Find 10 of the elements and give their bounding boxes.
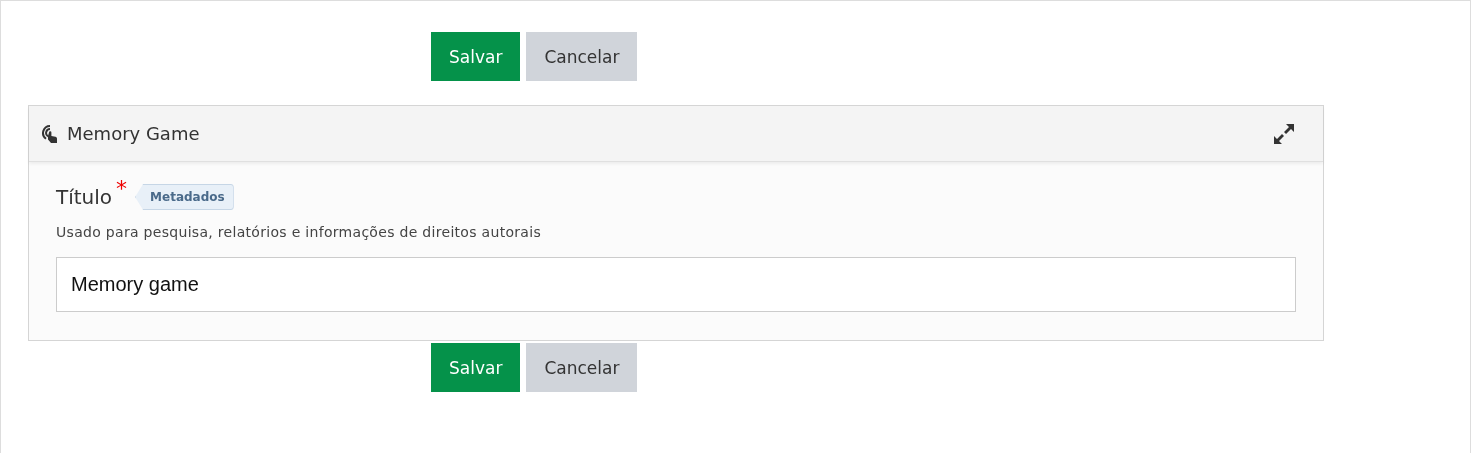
save-button[interactable]: Salvar <box>431 343 521 392</box>
field-description: Usado para pesquisa, relatórios e informações de direitos autorais <box>56 224 542 240</box>
field-label: Título <box>56 185 113 209</box>
cancel-button[interactable]: Cancelar <box>526 32 638 81</box>
metadata-tag[interactable]: Metadados <box>135 184 234 210</box>
required-mark: * <box>116 176 128 201</box>
save-button[interactable]: Salvar <box>431 32 521 81</box>
panel-title: Memory Game <box>67 123 201 144</box>
cancel-button[interactable]: Cancelar <box>526 343 638 392</box>
title-input[interactable]: Memory game <box>56 257 1296 312</box>
